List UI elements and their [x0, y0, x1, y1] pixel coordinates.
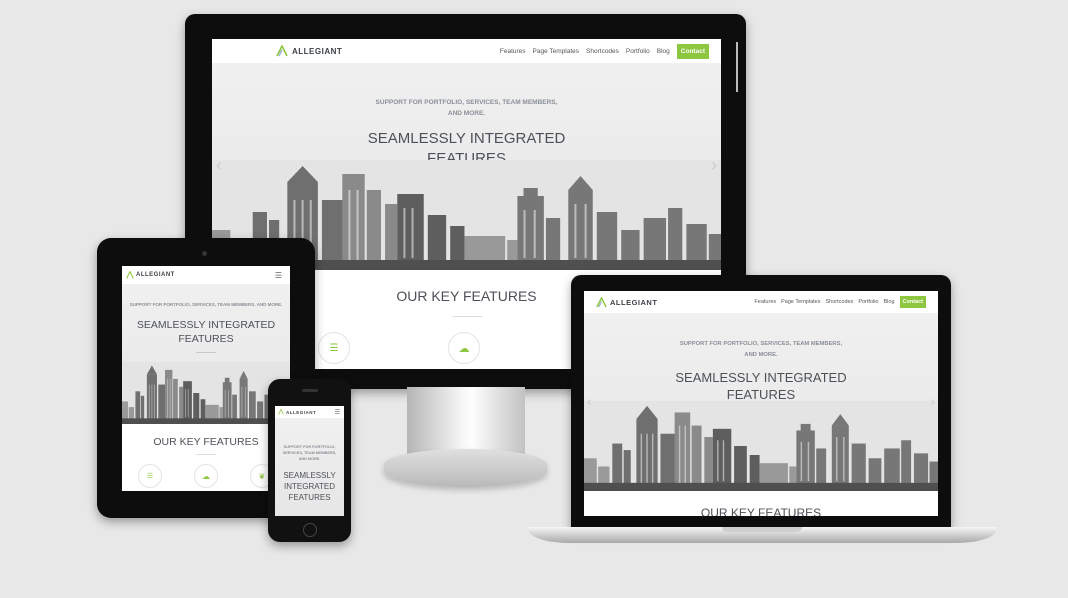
cloud-icon: ☁	[194, 464, 218, 488]
chevron-right-icon[interactable]: ›	[930, 393, 935, 409]
hero-title: SEAMLESSLY INTEGRATED FEATURES	[675, 370, 847, 402]
nav-page-templates[interactable]: Page Templates	[781, 299, 820, 305]
tablet-screen: ALLEGIANT ☰ SUPPORT FOR PORTFOLIO, SERVI…	[122, 266, 290, 491]
laptop-logo[interactable]: ALLEGIANT	[596, 296, 658, 308]
allegiant-logo-icon	[276, 45, 288, 57]
hero-title: SEAMLESSLY INTEGRATED FEATURES	[136, 319, 276, 345]
laptop-site-nav: ALLEGIANT Features Page Templates Shortc…	[584, 291, 938, 313]
city-skyline-image	[122, 362, 290, 424]
layers-icon: ☰	[318, 332, 350, 364]
hero-subtitle: SUPPORT FOR PORTFOLIO, SERVICES, TEAM ME…	[282, 445, 337, 461]
nav-portfolio[interactable]: Portfolio	[858, 299, 878, 305]
nav-shortcodes[interactable]: Shortcodes	[825, 299, 853, 305]
nav-contact-button[interactable]: Contact	[676, 43, 709, 59]
chevron-left-icon[interactable]: ‹	[587, 393, 592, 409]
hamburger-menu-icon[interactable]: ☰	[275, 271, 282, 280]
monitor-logo[interactable]: ALLEGIANT	[276, 45, 342, 57]
laptop-bezel: ALLEGIANT Features Page Templates Shortc…	[571, 275, 951, 530]
nav-contact-button[interactable]: Contact	[899, 296, 926, 308]
nav-features[interactable]: Features	[754, 299, 776, 305]
logo-text: ALLEGIANT	[292, 46, 343, 56]
allegiant-logo-icon	[596, 296, 607, 307]
logo-text: ALLEGIANT	[286, 409, 317, 415]
monitor-site-nav: ALLEGIANT Features Page Templates Shortc…	[212, 39, 721, 63]
hero-subtitle: SUPPORT FOR PORTFOLIO, SERVICES, TEAM ME…	[679, 341, 843, 358]
laptop-notch	[722, 527, 802, 532]
hamburger-menu-icon[interactable]: ☰	[335, 409, 340, 416]
hero-subtitle: SUPPORT FOR PORTFOLIO, SERVICES, TEAM ME…	[375, 99, 558, 117]
hero-subtitle: SUPPORT FOR PORTFOLIO, SERVICES, TEAM ME…	[129, 302, 283, 307]
layers-icon: ☰	[138, 464, 162, 488]
laptop-screen: ALLEGIANT Features Page Templates Shortc…	[584, 291, 938, 516]
allegiant-logo-icon	[278, 409, 284, 415]
chevron-right-icon[interactable]: ›	[711, 155, 717, 176]
phone-bezel: ALLEGIANT ☰ SUPPORT FOR PORTFOLIO, SERVI…	[268, 379, 351, 542]
hero-title: SEAMLESSLY INTEGRATED FEATURES	[283, 471, 336, 502]
laptop-features-section: OUR KEY FEATURES	[584, 491, 938, 516]
tablet-features-section: OUR KEY FEATURES ☰ ☁ ❦	[122, 424, 290, 491]
allegiant-logo-icon	[126, 271, 134, 279]
phone-logo[interactable]: ALLEGIANT	[278, 409, 316, 415]
phone-home-button[interactable]	[303, 523, 317, 537]
monitor-stand-neck	[407, 387, 525, 457]
nav-shortcodes[interactable]: Shortcodes	[586, 48, 619, 55]
city-skyline-image	[584, 401, 938, 491]
cloud-icon: ☁	[448, 332, 480, 364]
chevron-left-icon[interactable]: ‹	[216, 155, 222, 176]
hero-divider	[196, 352, 216, 353]
tablet-logo[interactable]: ALLEGIANT	[126, 271, 175, 279]
phone-screen: ALLEGIANT ☰ SUPPORT FOR PORTFOLIO, SERVI…	[275, 406, 344, 516]
features-heading: OUR KEY FEATURES	[700, 506, 822, 516]
features-heading: OUR KEY FEATURES	[153, 436, 259, 448]
phone-site-nav: ALLEGIANT ☰	[275, 406, 344, 418]
nav-blog[interactable]: Blog	[657, 48, 670, 55]
tablet-hero: SUPPORT FOR PORTFOLIO, SERVICES, TEAM ME…	[122, 284, 290, 424]
logo-text: ALLEGIANT	[610, 297, 658, 307]
phone-hero: SUPPORT FOR PORTFOLIO, SERVICES, TEAM ME…	[275, 418, 344, 516]
nav-portfolio[interactable]: Portfolio	[626, 48, 650, 55]
nav-features[interactable]: Features	[500, 48, 526, 55]
laptop-hero: SUPPORT FOR PORTFOLIO, SERVICES, TEAM ME…	[584, 313, 938, 491]
monitor-stand-foot	[384, 449, 547, 487]
nav-page-templates[interactable]: Page Templates	[533, 48, 580, 55]
tablet-site-nav: ALLEGIANT ☰	[122, 266, 290, 284]
logo-text: ALLEGIANT	[136, 272, 175, 278]
nav-blog[interactable]: Blog	[884, 299, 895, 305]
